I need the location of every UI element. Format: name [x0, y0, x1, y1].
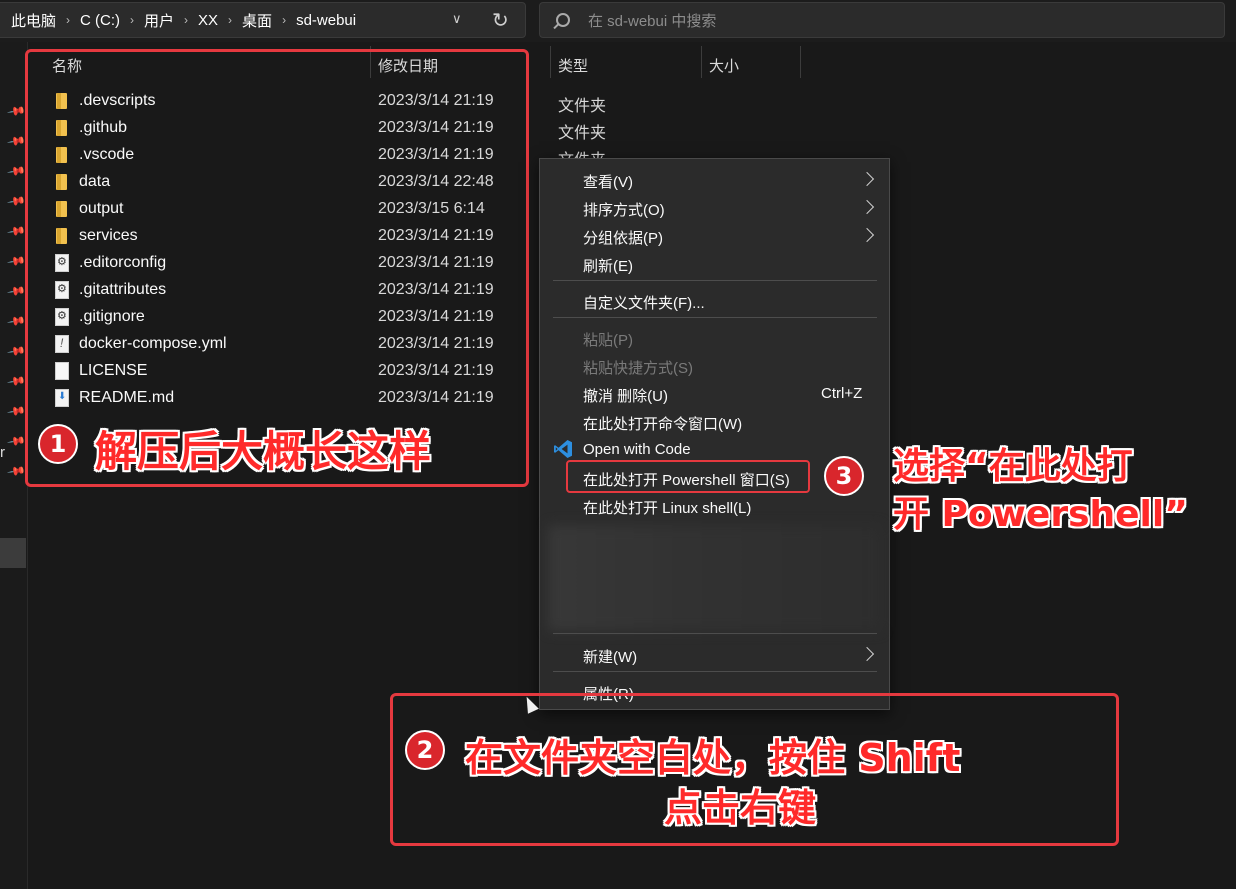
breadcrumb-current-folder[interactable]: sd-webui [292, 12, 360, 29]
breadcrumb-users[interactable]: 用户 [140, 10, 178, 31]
annotation-step1-text: 解压后大概长这样 [95, 427, 432, 476]
title-toolbar: 此电脑 › C (C:) › 用户 › XX › 桌面 › sd-webui ∨… [0, 0, 1236, 42]
menu-separator [553, 280, 877, 281]
menu-separator [553, 633, 877, 634]
menu-item-new[interactable]: 新建(W) [583, 646, 637, 667]
menu-item-refresh[interactable]: 刷新(E) [583, 255, 633, 276]
pin-icon[interactable]: 📌 [6, 251, 26, 271]
breadcrumb-desktop[interactable]: 桌面 [238, 10, 276, 31]
pin-icon[interactable]: 📌 [6, 341, 26, 361]
menu-item-open-cmd[interactable]: 在此处打开命令窗口(W) [583, 413, 742, 434]
menu-separator [553, 317, 877, 318]
pin-icon[interactable]: 📌 [6, 401, 26, 421]
step-badge: 3 [824, 456, 864, 496]
pin-icon[interactable]: 📌 [6, 311, 26, 331]
pin-icon[interactable]: 📌 [6, 281, 26, 301]
pin-icon[interactable]: 📌 [6, 191, 26, 211]
annotation-step2-line2: 点击右键 [664, 786, 817, 830]
search-icon [556, 13, 570, 27]
address-bar[interactable]: 此电脑 › C (C:) › 用户 › XX › 桌面 › sd-webui ∨… [0, 2, 526, 38]
menu-item-sort[interactable]: 排序方式(O) [583, 199, 665, 220]
menu-item-group[interactable]: 分组依据(P) [583, 227, 663, 248]
file-type: 文件夹 [558, 98, 607, 115]
file-type: 文件夹 [558, 125, 607, 142]
pin-icon[interactable]: 📌 [6, 461, 26, 481]
history-dropdown-icon[interactable]: ∨ [452, 11, 462, 27]
menu-item-view[interactable]: 查看(V) [583, 171, 633, 192]
annotation-box-powershell [566, 460, 810, 493]
refresh-icon[interactable]: ↻ [492, 8, 509, 33]
breadcrumb-drive[interactable]: C (C:) [76, 12, 124, 29]
step-badge: 2 [405, 730, 445, 770]
column-divider[interactable] [800, 46, 801, 78]
pin-icon[interactable]: 📌 [6, 371, 26, 391]
search-placeholder: 在 sd-webui 中搜索 [588, 12, 717, 30]
pin-icon[interactable]: 📌 [6, 161, 26, 181]
search-box[interactable]: 在 sd-webui 中搜索 [539, 2, 1225, 38]
step-badge: 1 [38, 424, 78, 464]
blurred-menu-items [548, 525, 882, 631]
menu-separator [553, 671, 877, 672]
menu-item-undo-delete[interactable]: 撤消 删除(U) [583, 385, 668, 406]
chevron-right-icon[interactable]: › [178, 13, 194, 27]
pin-icon[interactable]: 📌 [6, 221, 26, 241]
chevron-right-icon [859, 199, 875, 215]
menu-item-paste-shortcut: 粘贴快捷方式(S) [583, 360, 693, 377]
chevron-right-icon[interactable]: › [222, 13, 238, 27]
annotation-step2-line1: 在文件夹空白处，按住 Shift [465, 736, 961, 780]
breadcrumb-user[interactable]: XX [194, 12, 222, 29]
pin-icon[interactable]: 📌 [6, 101, 26, 121]
menu-item-customize-folder[interactable]: 自定义文件夹(F)... [583, 292, 705, 313]
nav-item-fragment[interactable]: r [0, 444, 5, 461]
nav-item-selected[interactable] [0, 538, 26, 568]
vscode-icon [554, 440, 572, 458]
navigation-pane: 📌 📌 📌 📌 📌 📌 📌 📌 📌 📌 r 📌 📌 📌 [0, 42, 28, 889]
chevron-right-icon [859, 646, 875, 662]
chevron-right-icon [859, 227, 875, 243]
chevron-right-icon[interactable]: › [276, 13, 292, 27]
menu-item-paste: 粘贴(P) [583, 332, 633, 349]
annotation-step3-line2: 开 Powershell” [893, 494, 1188, 535]
pin-icon[interactable]: 📌 [6, 431, 26, 451]
column-header-type[interactable]: 类型 [551, 42, 701, 78]
chevron-right-icon[interactable]: › [124, 13, 140, 27]
menu-item-open-linux-shell[interactable]: 在此处打开 Linux shell(L) [583, 497, 751, 518]
menu-item-open-with-code[interactable]: Open with Code [583, 441, 691, 458]
annotation-step3-line1: 选择“在此处打 [893, 446, 1133, 487]
chevron-right-icon [859, 171, 875, 187]
shortcut-label: Ctrl+Z [821, 385, 863, 402]
chevron-right-icon[interactable]: › [60, 13, 76, 27]
column-header-size[interactable]: 大小 [702, 42, 800, 78]
context-menu: 查看(V) 排序方式(O) 分组依据(P) 刷新(E) 自定义文件夹(F)...… [539, 158, 890, 710]
pin-icon[interactable]: 📌 [6, 131, 26, 151]
breadcrumb-this-pc[interactable]: 此电脑 [0, 10, 60, 31]
